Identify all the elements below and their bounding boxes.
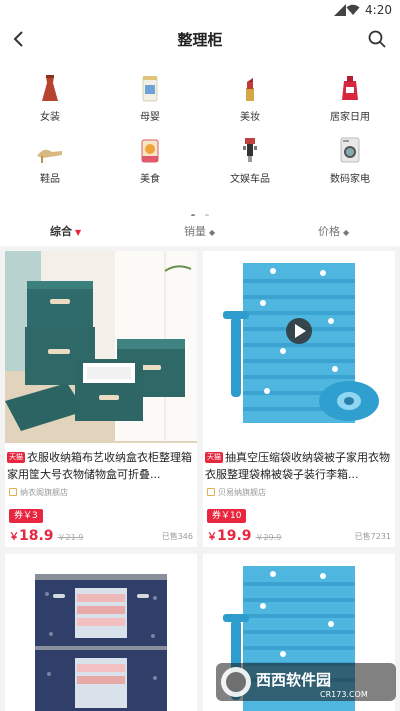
product-card[interactable] — [5, 554, 197, 711]
category-grid: 女装 母婴 美妆 居家日用 鞋品 美食 文娱车品 数码家电 — [0, 56, 400, 218]
dress-icon — [42, 75, 58, 101]
product-title: 天猫 衣服收纳箱布艺收纳盒衣柜整理箱家用筐大号衣物储物盒可折叠... — [7, 451, 192, 481]
sold-count: 已售346 — [161, 532, 193, 541]
tmall-badge-icon: 天猫 — [205, 452, 223, 463]
product-card[interactable]: 天猫 抽真空压缩袋收纳袋被子家用衣物衣服整理袋棉被袋子装行李箱... 贝易纳旗舰店… — [203, 251, 395, 547]
chevron-down-icon: ▼ — [75, 228, 82, 237]
sort-price[interactable]: 价格 ◆ — [318, 223, 349, 239]
lipstick-icon — [246, 78, 254, 101]
search-icon[interactable] — [366, 28, 388, 50]
product-grid: 天猫 衣服收纳箱布艺收纳盒衣柜整理箱家用筐大号衣物储物盒可折叠... 纳衣阁旗舰店… — [0, 246, 400, 711]
original-price: ￥21.9 — [57, 533, 84, 542]
wifi-icon — [346, 4, 360, 15]
current-price: ￥19.9 — [207, 528, 252, 544]
sort-bar: 综合 ▼ 销量 ◆ 价格 ◆ — [0, 216, 400, 246]
car-charger-icon — [243, 138, 257, 162]
category-digital-appliance[interactable]: 数码家电 — [300, 134, 400, 185]
detergent-bottle-icon — [342, 76, 358, 100]
price-row: ￥19.9 ￥29.9 已售7231 — [207, 525, 391, 547]
category-mother-baby[interactable]: 母婴 — [100, 72, 200, 123]
category-home-daily[interactable]: 居家日用 — [300, 72, 400, 123]
product-card[interactable]: 天猫 衣服收纳箱布艺收纳盒衣柜整理箱家用筐大号衣物储物盒可折叠... 纳衣阁旗舰店… — [5, 251, 197, 547]
high-heel-icon — [37, 149, 62, 163]
watermark-brand: 西西软件园 — [256, 671, 331, 689]
category-shoes[interactable]: 鞋品 — [0, 134, 100, 185]
category-beauty[interactable]: 美妆 — [200, 72, 300, 123]
nav-bar: 整理柜 — [0, 22, 400, 56]
shop-icon — [207, 488, 215, 496]
current-price: ￥18.9 — [9, 528, 54, 544]
coupon-badge[interactable]: 券￥3 — [9, 509, 43, 523]
coupon-badge[interactable]: 券￥10 — [207, 509, 247, 523]
category-women-clothing[interactable]: 女装 — [0, 72, 100, 123]
product-image — [5, 554, 197, 711]
product-image — [5, 251, 197, 443]
sort-comprehensive[interactable]: 综合 ▼ — [50, 223, 81, 239]
category-food[interactable]: 美食 — [100, 134, 200, 185]
status-bar: 4:20 — [0, 0, 400, 22]
sort-updown-icon: ◆ — [209, 228, 216, 237]
shop-name: 贝易纳旗舰店 — [207, 487, 266, 498]
product-title: 天猫 抽真空压缩袋收纳袋被子家用衣物衣服整理袋棉被袋子装行李箱... — [205, 451, 390, 481]
sort-sales[interactable]: 销量 ◆ — [184, 223, 215, 239]
category-entertainment-car[interactable]: 文娱车品 — [200, 134, 300, 185]
shop-name: 纳衣阁旗舰店 — [9, 487, 68, 498]
baby-formula-icon — [142, 76, 158, 102]
signal-icon — [334, 4, 346, 16]
sold-count: 已售7231 — [354, 532, 391, 541]
product-image — [203, 251, 395, 443]
clock: 4:20 — [365, 3, 392, 17]
price-row: ￥18.9 ￥21.9 已售346 — [9, 525, 193, 547]
page-title: 整理柜 — [177, 31, 223, 49]
tmall-badge-icon: 天猫 — [7, 452, 25, 463]
original-price: ￥29.9 — [255, 533, 282, 542]
washing-machine-icon — [340, 137, 360, 163]
snack-icon — [141, 139, 159, 163]
watermark-logo: 西西软件园 CR173.COM — [210, 661, 400, 703]
shop-icon — [9, 488, 17, 496]
sort-updown-icon: ◆ — [343, 228, 350, 237]
watermark-url: CR173.COM — [320, 690, 368, 699]
